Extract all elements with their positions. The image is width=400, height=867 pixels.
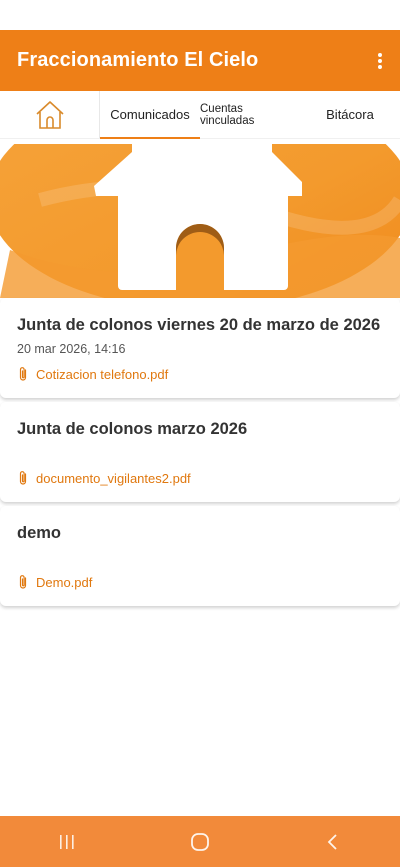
list-item[interactable]: demo Demo.pdf — [0, 506, 400, 606]
tab-bitacora-label: Bitácora — [326, 107, 374, 122]
attachment-link[interactable]: Cotizacion telefono.pdf — [17, 366, 168, 382]
recent-apps-icon[interactable] — [47, 822, 87, 862]
post-date: 20 mar 2026, 14:16 — [17, 342, 126, 356]
post-title: demo — [17, 524, 62, 542]
tab-cuentas-vinculadas[interactable]: Cuentas vinculadas — [200, 91, 300, 138]
attachment-name: Cotizacion telefono.pdf — [36, 366, 169, 382]
list-item[interactable]: Junta de colonos marzo 2026 documento_vi… — [0, 402, 400, 502]
home-circle-icon[interactable] — [180, 822, 220, 862]
more-vert-icon[interactable] — [375, 51, 385, 71]
attachment-link[interactable]: Demo.pdf — [17, 574, 92, 590]
paperclip-icon — [19, 575, 27, 589]
banner-image — [0, 140, 400, 298]
tab-bitacora[interactable]: Bitácora — [300, 91, 400, 138]
app-bar: Fraccionamiento El Cielo — [0, 30, 400, 91]
tab-comunicados-label: Comunicados — [110, 107, 190, 122]
app-title: Fraccionamiento El Cielo — [17, 49, 259, 71]
tab-bar: Comunicados Cuentas vinculadas Bitácora — [0, 91, 400, 139]
paperclip-icon — [19, 471, 27, 485]
paperclip-icon — [19, 367, 27, 381]
tab-home[interactable] — [0, 91, 100, 138]
attachment-name: Demo.pdf — [36, 574, 93, 590]
attachment-link[interactable]: documento_vigilantes2.pdf — [17, 470, 191, 486]
tab-cuentas-label: Cuentas vinculadas — [200, 102, 255, 127]
back-icon[interactable] — [313, 822, 353, 862]
tab-comunicados[interactable]: Comunicados — [100, 91, 200, 139]
post-title: Junta de colonos marzo 2026 — [17, 420, 248, 438]
house-illustration-icon — [94, 140, 302, 290]
home-icon — [35, 100, 64, 129]
status-bar — [0, 0, 400, 30]
system-nav-bar — [0, 816, 400, 867]
post-title: Junta de colonos viernes 20 de marzo de … — [17, 316, 381, 334]
attachment-name: documento_vigilantes2.pdf — [36, 470, 191, 486]
list-item[interactable]: Junta de colonos viernes 20 de marzo de … — [0, 298, 400, 398]
